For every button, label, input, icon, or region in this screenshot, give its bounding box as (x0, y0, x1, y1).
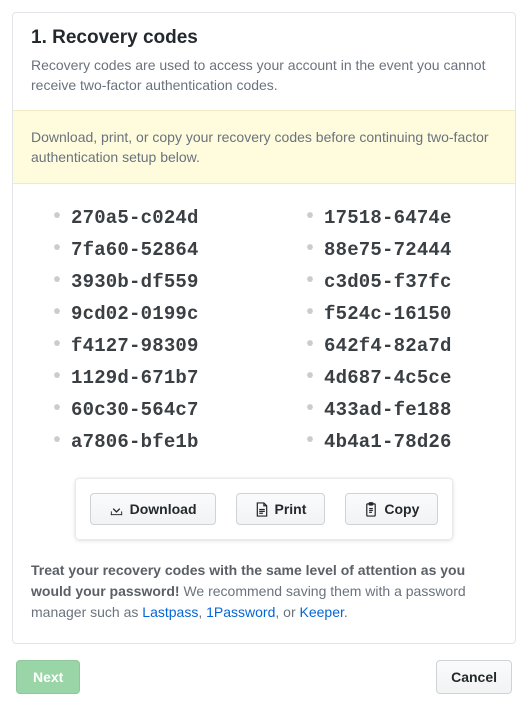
codes-container: 270a5-c024d 7fa60-52864 3930b-df559 9cd0… (13, 184, 515, 544)
print-label: Print (275, 501, 307, 517)
section-title: 1. Recovery codes (31, 27, 497, 49)
copy-button[interactable]: Copy (345, 493, 438, 525)
recovery-code: 3930b-df559 (71, 266, 244, 298)
recovery-code: f4127-98309 (71, 330, 244, 362)
download-button[interactable]: Download (90, 493, 216, 525)
panel-header: 1. Recovery codes Recovery codes are use… (13, 13, 515, 110)
cancel-button[interactable]: Cancel (436, 660, 512, 694)
download-icon (109, 502, 124, 517)
recovery-code: a7806-bfe1b (71, 426, 244, 458)
action-button-row: Download Print Copy (75, 478, 454, 540)
print-button[interactable]: Print (236, 493, 326, 525)
lastpass-link[interactable]: Lastpass (142, 604, 198, 620)
clipboard-icon (364, 502, 378, 517)
recovery-code: 60c30-564c7 (71, 394, 244, 426)
recovery-code: c3d05-f37fc (324, 266, 497, 298)
codes-column-right: 17518-6474e 88e75-72444 c3d05-f37fc f524… (284, 202, 497, 458)
warning-sep2: , or (275, 604, 299, 620)
recovery-code: 9cd02-0199c (71, 298, 244, 330)
next-button[interactable]: Next (16, 660, 80, 694)
recovery-code: 1129d-671b7 (71, 362, 244, 394)
recovery-codes-panel: 1. Recovery codes Recovery codes are use… (12, 12, 516, 644)
section-description: Recovery codes are used to access your a… (31, 55, 497, 96)
warning-end: . (344, 604, 348, 620)
recovery-code: 7fa60-52864 (71, 234, 244, 266)
notice-banner: Download, print, or copy your recovery c… (13, 110, 515, 185)
1password-link[interactable]: 1Password (206, 604, 275, 620)
footer: Next Cancel (12, 644, 516, 698)
codes-columns: 270a5-c024d 7fa60-52864 3930b-df559 9cd0… (31, 202, 497, 470)
recovery-code: 642f4-82a7d (324, 330, 497, 362)
codes-column-left: 270a5-c024d 7fa60-52864 3930b-df559 9cd0… (31, 202, 244, 458)
file-icon (255, 502, 269, 517)
recovery-code: 4d687-4c5ce (324, 362, 497, 394)
copy-label: Copy (384, 501, 419, 517)
recovery-code: f524c-16150 (324, 298, 497, 330)
recovery-code: 17518-6474e (324, 202, 497, 234)
keeper-link[interactable]: Keeper (300, 604, 344, 620)
download-label: Download (130, 501, 197, 517)
recovery-code: 433ad-fe188 (324, 394, 497, 426)
warning-text: Treat your recovery codes with the same … (13, 544, 515, 643)
recovery-code: 270a5-c024d (71, 202, 244, 234)
recovery-code: 4b4a1-78d26 (324, 426, 497, 458)
warning-sep1: , (198, 604, 206, 620)
recovery-code: 88e75-72444 (324, 234, 497, 266)
